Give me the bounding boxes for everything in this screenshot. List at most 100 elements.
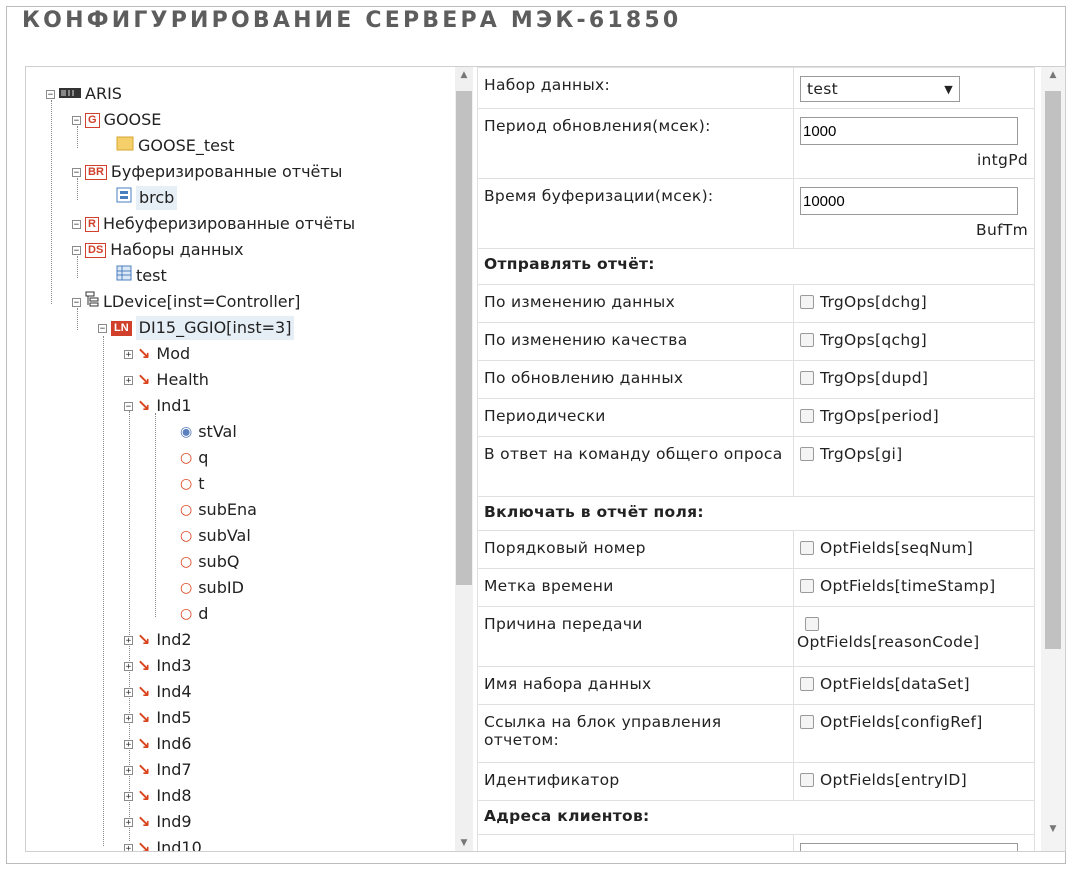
expand-toggle-icon[interactable]: + — [124, 791, 133, 801]
circle-icon: ○ — [180, 502, 193, 518]
tree-node-datasets[interactable]: − DS Наборы данных — [72, 238, 244, 262]
tree-node-ind9[interactable]: + ↘ Ind9 — [124, 810, 192, 834]
expand-toggle-icon[interactable]: + — [124, 843, 133, 851]
checkbox[interactable] — [800, 773, 814, 787]
trigger-option[interactable]: TrgOps[dupd] — [793, 360, 1035, 399]
collapse-toggle-icon[interactable]: − — [72, 245, 81, 255]
tree-label: subVal — [198, 526, 251, 545]
tree-attr-subena[interactable]: ○ subEna — [180, 498, 257, 522]
field-option[interactable]: OptFields[reasonCode] — [793, 606, 1035, 667]
tree-node-ind8[interactable]: + ↘ Ind8 — [124, 784, 192, 808]
field-option[interactable]: OptFields[configRef] — [793, 704, 1035, 763]
field-option[interactable]: OptFields[entryID] — [793, 762, 1035, 801]
tree-node-health[interactable]: + ↘ Health — [124, 368, 209, 392]
checkbox[interactable] — [800, 371, 814, 385]
collapse-toggle-icon[interactable]: − — [72, 297, 81, 307]
tree-label: Ind6 — [156, 734, 192, 753]
tree-node-ind1[interactable]: − ↘ Ind1 — [124, 394, 192, 418]
trigger-option[interactable]: TrgOps[dchg] — [793, 284, 1035, 323]
option-label: OptFields[entryID] — [820, 771, 967, 789]
tree-label: subQ — [198, 552, 240, 571]
option-label: TrgOps[qchg] — [820, 331, 927, 349]
checkbox[interactable] — [800, 447, 814, 461]
option-label: OptFields[seqNum] — [820, 539, 974, 557]
tree-node-ind5[interactable]: + ↘ Ind5 — [124, 706, 192, 730]
scroll-down-icon[interactable]: ▼ — [455, 835, 473, 851]
tree-node-aris[interactable]: − ARIS — [46, 82, 122, 106]
tree-attr-subval[interactable]: ○ subVal — [180, 524, 251, 548]
expand-toggle-icon[interactable]: + — [124, 349, 133, 359]
field-option[interactable]: OptFields[timeStamp] — [793, 568, 1035, 607]
tree-scrollbar-thumb[interactable] — [456, 91, 472, 585]
tree-node-logical-node[interactable]: − LN DI15_GGIO[inst=3] — [98, 316, 295, 340]
period-input[interactable] — [800, 117, 1018, 145]
trigger-option[interactable]: TrgOps[gi] — [793, 436, 1035, 497]
tree-attr-stval[interactable]: ◉ stVal — [180, 420, 237, 444]
collapse-toggle-icon[interactable]: − — [72, 167, 81, 177]
buffer-time-input[interactable] — [800, 187, 1018, 215]
tree-node-dataset-test[interactable]: test — [116, 264, 167, 288]
expand-toggle-icon[interactable]: + — [124, 817, 133, 827]
tree-node-ldevice[interactable]: − LDevice[inst=Controller] — [72, 290, 300, 314]
properties-scrollbar-thumb[interactable] — [1045, 91, 1061, 649]
scroll-up-icon[interactable]: ▲ — [455, 67, 473, 83]
properties-scrollbar[interactable]: ▲ ▼ — [1041, 67, 1065, 851]
trigger-label: По обновлению данных — [477, 360, 794, 399]
tree-node-brcb[interactable]: brcb — [116, 186, 178, 210]
tree-attr-d[interactable]: ○ d — [180, 602, 208, 626]
field-label: Метка времени — [477, 568, 794, 607]
expand-toggle-icon[interactable]: + — [124, 739, 133, 749]
tree-label: Буферизированные отчёты — [110, 162, 343, 181]
checkbox[interactable] — [800, 677, 814, 691]
tree-attr-t[interactable]: ○ t — [180, 472, 205, 496]
tree-node-ind7[interactable]: + ↘ Ind7 — [124, 758, 192, 782]
collapse-toggle-icon[interactable]: − — [46, 89, 55, 99]
checkbox[interactable] — [800, 715, 814, 729]
tree-node-goose-test[interactable]: GOOSE_test — [116, 134, 235, 158]
trigger-option[interactable]: TrgOps[period] — [793, 398, 1035, 437]
scroll-up-icon[interactable]: ▲ — [1041, 67, 1065, 83]
collapse-toggle-icon[interactable]: − — [124, 401, 133, 411]
tree-node-unbuffered-reports[interactable]: − R Небуферизированные отчёты — [72, 212, 355, 236]
tree-attr-subid[interactable]: ○ subID — [180, 576, 244, 600]
trigger-label: По изменению качества — [477, 322, 794, 361]
field-option[interactable]: OptFields[dataSet] — [793, 666, 1035, 705]
tree-scrollbar[interactable]: ▲ ▼ — [455, 67, 473, 851]
checkbox[interactable] — [800, 333, 814, 347]
expand-toggle-icon[interactable]: + — [124, 687, 133, 697]
tree-node-ind6[interactable]: + ↘ Ind6 — [124, 732, 192, 756]
data-object-arrow-icon: ↘ — [137, 786, 151, 805]
tree-node-ind4[interactable]: + ↘ Ind4 — [124, 680, 192, 704]
field-option[interactable]: OptFields[seqNum] — [793, 530, 1035, 569]
expand-toggle-icon[interactable]: + — [124, 713, 133, 723]
expand-toggle-icon[interactable]: + — [124, 375, 133, 385]
tree-node-goose[interactable]: − G GOOSE — [72, 108, 161, 132]
tree-node-ind10[interactable]: + ↘ Ind10 — [124, 836, 202, 851]
trigger-label: По изменению данных — [477, 284, 794, 323]
dataset-select[interactable]: test ▼ — [800, 76, 960, 102]
tree-label: subEna — [198, 500, 257, 519]
checkbox[interactable] — [800, 541, 814, 555]
circle-icon: ○ — [180, 450, 193, 466]
collapse-toggle-icon[interactable]: − — [98, 323, 107, 333]
tree-node-ind3[interactable]: + ↘ Ind3 — [124, 654, 192, 678]
collapse-toggle-icon[interactable]: − — [72, 115, 81, 125]
tree-node-ind2[interactable]: + ↘ Ind2 — [124, 628, 192, 652]
tree-attr-subq[interactable]: ○ subQ — [180, 550, 239, 574]
trigger-option[interactable]: TrgOps[qchg] — [793, 322, 1035, 361]
client-address-input[interactable] — [800, 843, 1018, 851]
scroll-down-icon[interactable]: ▼ — [1041, 821, 1065, 837]
expand-toggle-icon[interactable]: + — [124, 635, 133, 645]
checkbox[interactable] — [800, 409, 814, 423]
tree-attr-q[interactable]: ○ q — [180, 446, 208, 470]
checkbox[interactable] — [800, 295, 814, 309]
tree-node-mod[interactable]: + ↘ Mod — [124, 342, 190, 366]
expand-toggle-icon[interactable]: + — [124, 765, 133, 775]
collapse-toggle-icon[interactable]: − — [72, 219, 81, 229]
checkbox[interactable] — [800, 579, 814, 593]
tree-label-selected: brcb — [136, 186, 178, 210]
tree-node-buffered-reports[interactable]: − BR Буферизированные отчёты — [72, 160, 342, 184]
checkbox[interactable] — [805, 617, 819, 631]
data-object-arrow-icon: ↘ — [137, 760, 151, 779]
expand-toggle-icon[interactable]: + — [124, 661, 133, 671]
